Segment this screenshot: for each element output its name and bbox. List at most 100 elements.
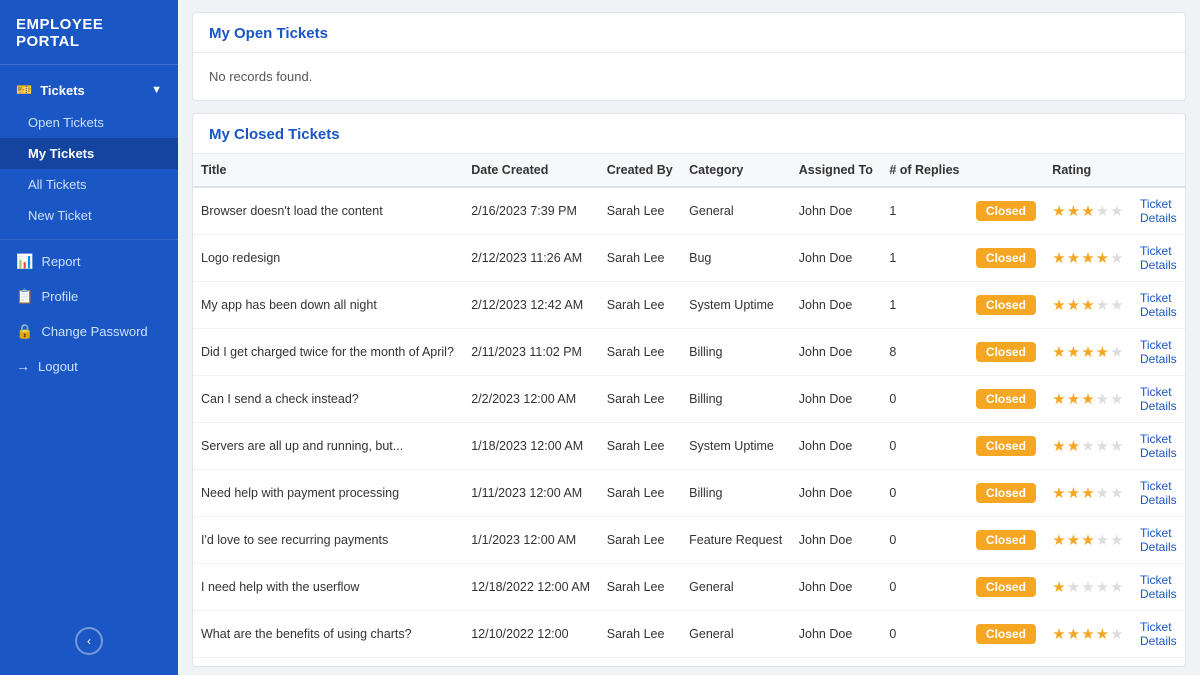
ticket-details-link[interactable]: TicketDetails [1140, 244, 1177, 272]
filled-star-icon: ★ [1052, 484, 1065, 502]
rating-stars: ★★★★★ [1052, 484, 1124, 502]
change-password-label: Change Password [41, 324, 147, 339]
cell-replies: 0 [881, 611, 968, 658]
ticket-details-link[interactable]: TicketDetails [1140, 573, 1177, 601]
cell-link[interactable]: TicketDetails [1132, 564, 1185, 611]
cell-link[interactable]: TicketDetails [1132, 329, 1185, 376]
filled-star-icon: ★ [1096, 343, 1109, 361]
filled-star-icon: ★ [1081, 390, 1094, 408]
filled-star-icon: ★ [1052, 202, 1065, 220]
sidebar-item-new-ticket[interactable]: New Ticket [0, 200, 178, 231]
cell-date: 2/16/2023 7:39 PM [463, 187, 599, 235]
col-date: Date Created [463, 154, 599, 187]
ticket-details-link[interactable]: TicketDetails [1140, 526, 1177, 554]
sidebar-item-change-password[interactable]: 🔒 Change Password [0, 314, 178, 349]
cell-assigned: John Doe [791, 423, 882, 470]
empty-star-icon: ★ [1110, 296, 1123, 314]
rating-stars: ★★★★★ [1052, 343, 1124, 361]
filled-star-icon: ★ [1067, 437, 1080, 455]
status-badge: Closed [976, 295, 1036, 315]
cell-link[interactable]: TicketDetails [1132, 376, 1185, 423]
cell-title: I'd love to see recurring payments [193, 517, 463, 564]
filled-star-icon: ★ [1081, 249, 1094, 267]
cell-date: 2/12/2023 11:26 AM [463, 235, 599, 282]
cell-link[interactable]: TicketDetails [1132, 282, 1185, 329]
empty-star-icon: ★ [1096, 296, 1109, 314]
cell-rating: ★★★★★ [1044, 517, 1132, 564]
cell-status: Closed [968, 235, 1044, 282]
cell-category: Billing [681, 470, 791, 517]
cell-date: 12/18/2022 12:00 AM [463, 564, 599, 611]
filled-star-icon: ★ [1067, 296, 1080, 314]
report-label: Report [41, 254, 80, 269]
sidebar-item-my-tickets[interactable]: My Tickets [0, 138, 178, 169]
table-row: Need help with payment processing 1/11/2… [193, 470, 1185, 517]
cell-rating: ★★★★★ [1044, 376, 1132, 423]
cell-created-by: Sarah Lee [599, 423, 681, 470]
cell-link[interactable]: TicketDetails [1132, 423, 1185, 470]
sidebar-collapse-button[interactable]: ‹ [75, 627, 103, 655]
cell-replies: 0 [881, 376, 968, 423]
col-rating: Rating [1044, 154, 1132, 187]
rating-stars: ★★★★★ [1052, 531, 1124, 549]
cell-rating: ★★★★★ [1044, 187, 1132, 235]
empty-star-icon: ★ [1110, 625, 1123, 643]
cell-assigned: John Doe [791, 282, 882, 329]
cell-status: Closed [968, 376, 1044, 423]
ticket-details-link[interactable]: TicketDetails [1140, 197, 1177, 225]
table-row: What are the benefits of using charts? 1… [193, 611, 1185, 658]
cell-link[interactable]: TicketDetails [1132, 235, 1185, 282]
empty-star-icon: ★ [1081, 578, 1094, 596]
cell-category: Bug [681, 235, 791, 282]
ticket-details-link[interactable]: TicketDetails [1140, 385, 1177, 413]
filled-star-icon: ★ [1052, 390, 1065, 408]
filled-star-icon: ★ [1067, 249, 1080, 267]
col-title: Title [193, 154, 463, 187]
ticket-details-link[interactable]: TicketDetails [1140, 291, 1177, 319]
tickets-group-header[interactable]: 🎫 Tickets ▼ [0, 73, 178, 107]
cell-date: 12/10/2022 12:00 [463, 611, 599, 658]
cell-link[interactable]: TicketDetails [1132, 611, 1185, 658]
cell-category: General [681, 611, 791, 658]
open-tickets-title: My Open Tickets [193, 13, 1185, 53]
profile-label: Profile [41, 289, 78, 304]
filled-star-icon: ★ [1081, 531, 1094, 549]
filled-star-icon: ★ [1052, 437, 1065, 455]
status-badge: Closed [976, 248, 1036, 268]
empty-star-icon: ★ [1110, 484, 1123, 502]
cell-status: Closed [968, 470, 1044, 517]
cell-replies: 0 [881, 564, 968, 611]
sidebar-item-all-tickets[interactable]: All Tickets [0, 169, 178, 200]
cell-date: 2/12/2023 12:42 AM [463, 282, 599, 329]
ticket-details-link[interactable]: TicketDetails [1140, 338, 1177, 366]
empty-star-icon: ★ [1096, 437, 1109, 455]
sidebar-item-report[interactable]: 📊 Report [0, 244, 178, 279]
cell-link[interactable]: TicketDetails [1132, 517, 1185, 564]
ticket-details-link[interactable]: TicketDetails [1140, 432, 1177, 460]
cell-replies: 1 [881, 282, 968, 329]
cell-link[interactable]: TicketDetails [1132, 187, 1185, 235]
rating-stars: ★★★★★ [1052, 249, 1124, 267]
cell-status: Closed [968, 611, 1044, 658]
closed-tickets-table: Title Date Created Created By Category A… [193, 154, 1185, 658]
table-row: My app has been down all night 2/12/2023… [193, 282, 1185, 329]
sidebar-item-profile[interactable]: 📋 Profile [0, 279, 178, 314]
ticket-details-link[interactable]: TicketDetails [1140, 620, 1177, 648]
cell-title: My app has been down all night [193, 282, 463, 329]
cell-link[interactable]: TicketDetails [1132, 470, 1185, 517]
sidebar-item-open-tickets[interactable]: Open Tickets [0, 107, 178, 138]
status-badge: Closed [976, 577, 1036, 597]
cell-title: Browser doesn't load the content [193, 187, 463, 235]
cell-date: 1/18/2023 12:00 AM [463, 423, 599, 470]
sidebar: EMPLOYEE PORTAL 🎫 Tickets ▼ Open Tickets… [0, 0, 178, 675]
filled-star-icon: ★ [1052, 249, 1065, 267]
profile-icon: 📋 [16, 288, 33, 305]
cell-created-by: Sarah Lee [599, 187, 681, 235]
sidebar-item-logout[interactable]: → Logout [0, 349, 178, 383]
ticket-details-link[interactable]: TicketDetails [1140, 479, 1177, 507]
filled-star-icon: ★ [1081, 484, 1094, 502]
table-row: Can I send a check instead? 2/2/2023 12:… [193, 376, 1185, 423]
rating-stars: ★★★★★ [1052, 625, 1124, 643]
cell-category: General [681, 187, 791, 235]
cell-rating: ★★★★★ [1044, 611, 1132, 658]
